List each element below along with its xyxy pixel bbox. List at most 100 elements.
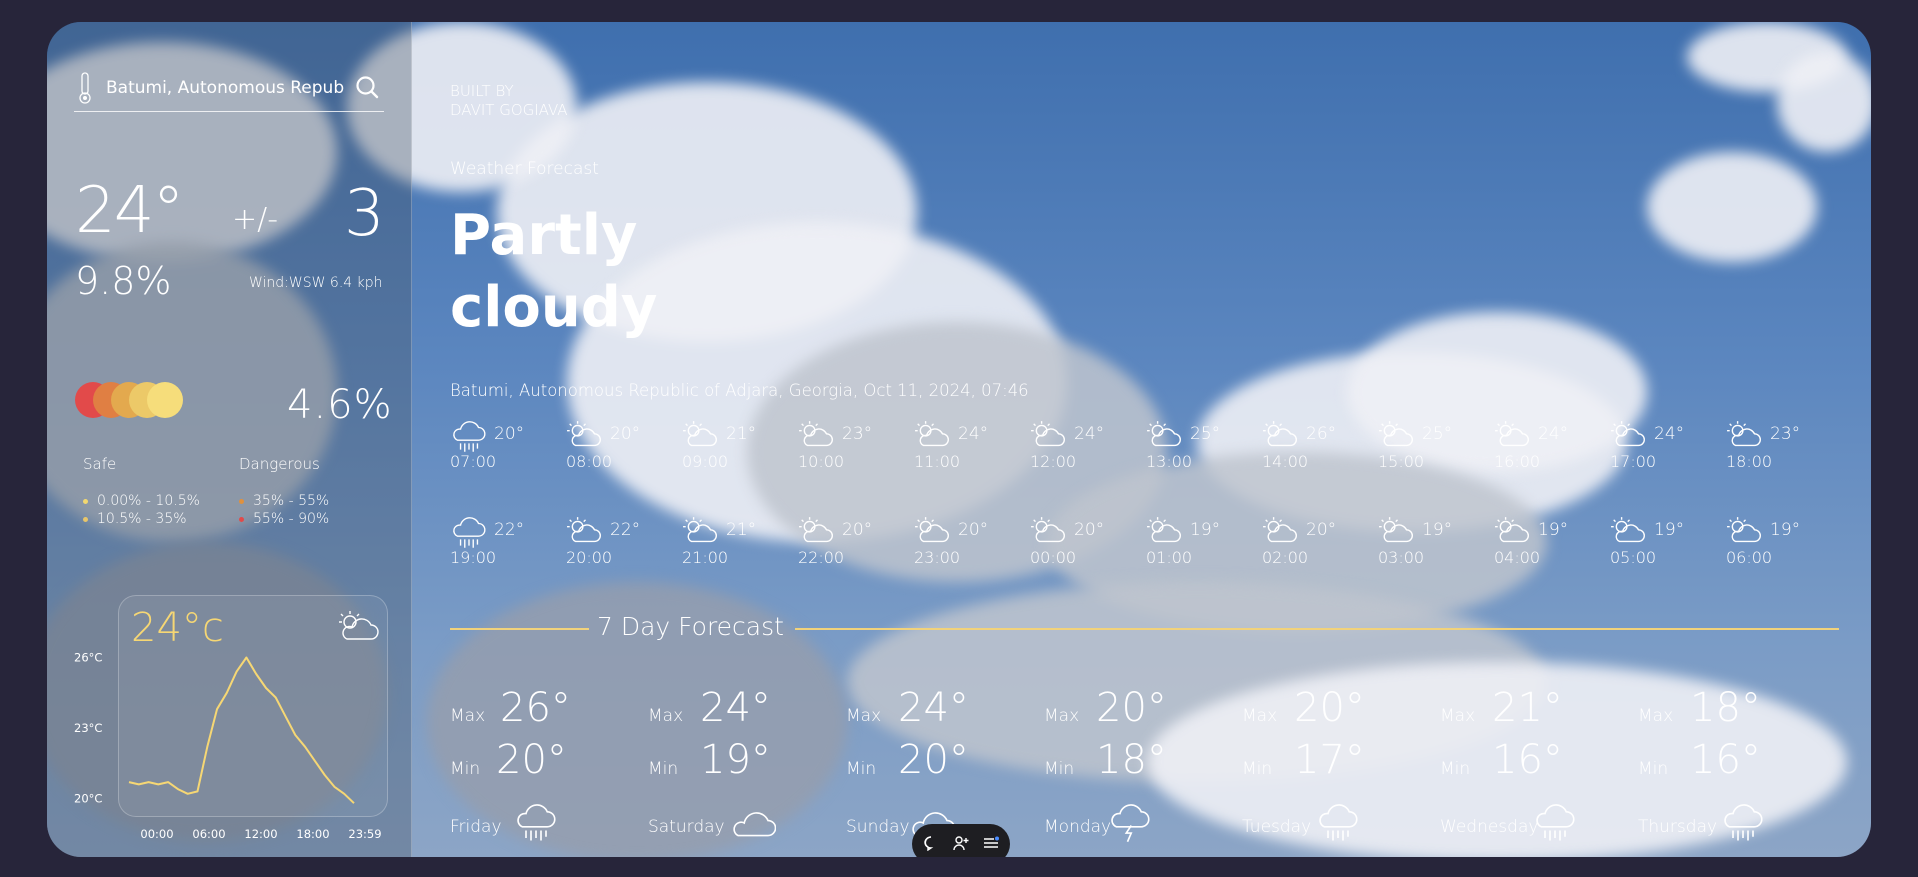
hourly-item: 21° 09:00 <box>682 420 792 476</box>
divider-line <box>795 628 1839 630</box>
min-temp: 20° <box>496 737 567 783</box>
min-label: Min <box>846 759 877 779</box>
hourly-item: 24° 12:00 <box>1030 420 1140 476</box>
aqi-dot <box>147 382 183 418</box>
divider-line <box>450 628 589 630</box>
max-temp: 24° <box>898 685 969 731</box>
hourly-temp: 20° <box>610 424 641 444</box>
hourly-item: 22° 19:00 <box>450 516 560 572</box>
hourly-item: 19° 03:00 <box>1378 516 1488 572</box>
hourly-item: 20° 02:00 <box>1262 516 1372 572</box>
hourly-item: 21° 21:00 <box>682 516 792 572</box>
legend-item: 10.5% - 35% <box>83 511 187 527</box>
y-tick-label: 20°C <box>74 792 102 806</box>
hourly-time: 15:00 <box>1378 452 1425 471</box>
day-forecast-item: Max 24° Min 19° Saturday <box>648 667 838 857</box>
day-name: Saturday <box>648 817 725 837</box>
day-forecast-item: Max 20° Min 17° Tuesday <box>1242 667 1432 857</box>
add-user-button[interactable] <box>950 833 972 855</box>
legend-item: 0.00% - 10.5% <box>83 493 200 509</box>
hourly-temp: 19° <box>1422 520 1453 540</box>
hourly-item: 25° 13:00 <box>1146 420 1256 476</box>
hourly-time: 01:00 <box>1146 548 1193 567</box>
hourly-item: 24° 11:00 <box>914 420 1024 476</box>
legend-item: 55% - 90% <box>239 511 329 527</box>
y-tick-label: 26°C <box>74 651 102 665</box>
day-name: Sunday <box>846 817 910 837</box>
hourly-temp: 20° <box>1074 520 1105 540</box>
min-temp: 17° <box>1294 737 1365 783</box>
chart-current-temp: 24°c <box>131 605 224 651</box>
temperature-delta: 3 <box>344 177 385 251</box>
app-window: 24° +/- 3 9.8% Wind:WSW 6.4 kph 4.6% Saf… <box>47 22 1871 857</box>
hourly-temp: 23° <box>1770 424 1801 444</box>
hourly-time: 13:00 <box>1146 452 1193 471</box>
hourly-temp: 20° <box>958 520 989 540</box>
hourly-temp: 22° <box>610 520 641 540</box>
sidebar-panel: 24° +/- 3 9.8% Wind:WSW 6.4 kph 4.6% Saf… <box>47 22 412 857</box>
menu-button[interactable] <box>980 833 1002 855</box>
hourly-time: 18:00 <box>1726 452 1773 471</box>
hourly-item: 22° 20:00 <box>566 516 676 572</box>
hourly-item: 24° 17:00 <box>1610 420 1720 476</box>
humidity-value: 9.8% <box>75 259 172 303</box>
max-label: Max <box>1242 706 1278 726</box>
hourly-temp: 19° <box>1538 520 1569 540</box>
legend-range: 0.00% - 10.5% <box>97 493 200 509</box>
hourly-item: 19° 05:00 <box>1610 516 1720 572</box>
day-name: Thursday <box>1638 817 1718 837</box>
max-label: Max <box>450 706 486 726</box>
hourly-time: 22:00 <box>798 548 845 567</box>
add-user-icon <box>953 835 969 854</box>
hourly-item: 19° 06:00 <box>1726 516 1836 572</box>
hourly-time: 11:00 <box>914 452 961 471</box>
menu-icon <box>983 835 999 854</box>
search-bar <box>74 64 384 112</box>
hourly-temp: 25° <box>1190 424 1221 444</box>
hourly-time: 23:00 <box>914 548 961 567</box>
search-button[interactable] <box>354 75 380 101</box>
brand-line-2: DAVIT GOGIAVA <box>450 101 568 119</box>
max-label: Max <box>1638 706 1674 726</box>
plus-minus-label: +/- <box>232 202 279 237</box>
aqi-percent: 4.6% <box>287 382 393 428</box>
search-input[interactable] <box>106 77 344 98</box>
hourly-time: 00:00 <box>1030 548 1077 567</box>
hourly-time: 07:00 <box>450 452 497 471</box>
hourly-temp: 26° <box>1306 424 1337 444</box>
hourly-temp: 19° <box>1654 520 1685 540</box>
hourly-item: 20° 00:00 <box>1030 516 1140 572</box>
hourly-item: 19° 04:00 <box>1494 516 1604 572</box>
min-label: Min <box>450 759 481 779</box>
brand-line-1: BUILT BY <box>450 82 514 100</box>
rain-cloud-icon <box>1532 803 1578 847</box>
hourly-time: 19:00 <box>450 548 497 567</box>
wind-info: Wind:WSW 6.4 kph <box>249 275 383 291</box>
max-label: Max <box>846 706 882 726</box>
search-icon <box>355 75 379 102</box>
aqi-color-scale <box>75 382 185 418</box>
condition-title: Partly cloudy <box>450 203 658 340</box>
min-label: Min <box>648 759 679 779</box>
x-tick-label: 18:00 <box>296 827 329 841</box>
hourly-temp: 21° <box>726 424 757 444</box>
min-temp: 18° <box>1096 737 1167 783</box>
y-tick-label: 23°C <box>74 721 102 735</box>
hourly-temp: 25° <box>1422 424 1453 444</box>
legend-dot <box>83 516 88 522</box>
hourly-item: 20° 22:00 <box>798 516 908 572</box>
legend-range: 10.5% - 35% <box>97 511 187 527</box>
min-label: Min <box>1638 759 1669 779</box>
chat-button[interactable] <box>920 833 942 855</box>
hourly-temp: 22° <box>494 520 525 540</box>
hourly-time: 09:00 <box>682 452 729 471</box>
thermometer-icon <box>74 71 96 105</box>
hourly-temp: 24° <box>958 424 989 444</box>
thunder-cloud-icon <box>1107 803 1153 847</box>
min-label: Min <box>1440 759 1471 779</box>
x-tick-label: 12:00 <box>244 827 277 841</box>
floating-toolbar <box>912 824 1010 857</box>
day-forecast-item: Max 18° Min 16° Thursday <box>1638 667 1828 857</box>
max-temp: 21° <box>1492 685 1563 731</box>
forecast-label: Weather Forecast <box>450 159 599 179</box>
